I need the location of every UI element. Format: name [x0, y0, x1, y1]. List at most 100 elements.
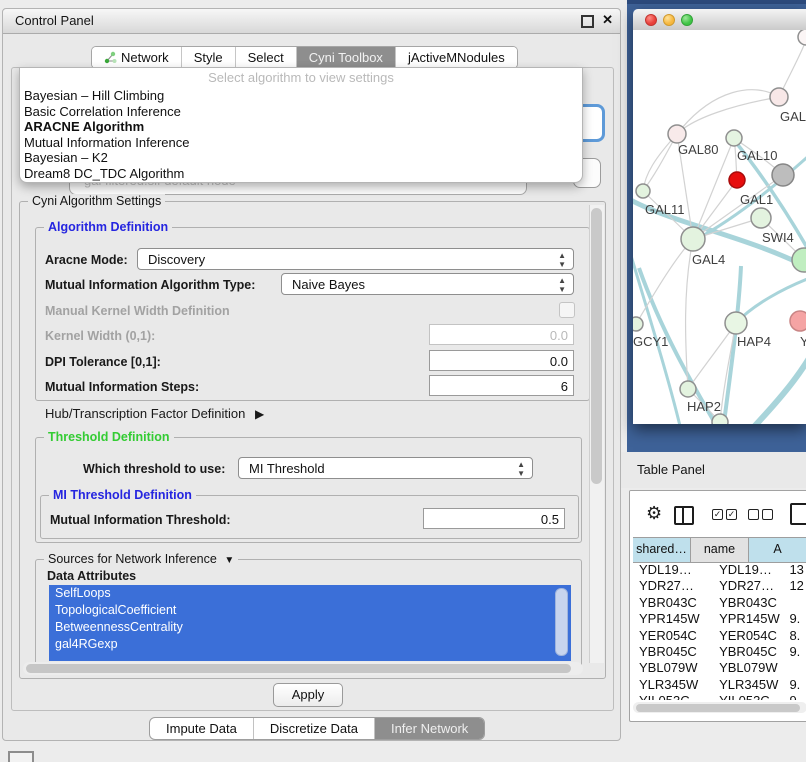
network-node[interactable] [680, 381, 696, 397]
attribute-list-item[interactable]: BetweennessCentrality [49, 619, 571, 636]
network-node[interactable] [636, 184, 650, 198]
algorithm-list-item[interactable]: Bayesian – Hill Climbing [20, 88, 582, 104]
column-header[interactable]: shared… [633, 538, 691, 562]
tab-network[interactable]: Network [92, 47, 182, 68]
algorithm-list-item[interactable]: ARACNE Algorithm [20, 119, 582, 135]
mi-type-combo[interactable]: Naive Bayes ▲▼ [281, 273, 574, 295]
which-threshold-combo[interactable]: MI Threshold ▲▼ [238, 457, 533, 479]
network-icon [104, 51, 117, 64]
tab-select[interactable]: Select [236, 47, 297, 68]
algorithm-list-item[interactable]: Basic Correlation Inference [20, 104, 582, 120]
cyni-bottom-tabs: Impute Data Discretize Data Infer Networ… [149, 717, 485, 740]
table-row[interactable]: YBR045C YBR045C 9. [633, 644, 806, 660]
group-title: Algorithm Definition [44, 220, 172, 234]
network-node[interactable] [681, 227, 705, 251]
hub-definition-expander[interactable]: Hub/Transcription Factor Definition ▶ [45, 406, 264, 421]
cell-shared-name: YER054C [633, 628, 715, 644]
mi-steps-label: Mutual Information Steps: [45, 380, 199, 394]
cell-value: 8. [785, 628, 806, 644]
network-node[interactable] [726, 130, 742, 146]
network-node[interactable] [712, 414, 728, 424]
minimized-panel-icon[interactable] [8, 751, 34, 762]
tab-infer-network[interactable]: Infer Network [375, 718, 484, 739]
attribute-list-item[interactable]: SelfLoops [49, 585, 571, 602]
table-row[interactable]: YBL079W YBL079W [633, 660, 806, 676]
network-node[interactable] [798, 30, 806, 45]
table-row[interactable]: YPR145W YPR145W 9. [633, 611, 806, 627]
attribute-list-scrollbar[interactable] [555, 588, 568, 656]
mi-threshold-label: Mutual Information Threshold: [50, 513, 231, 527]
table-row[interactable]: YDR27… YDR27… 12 [633, 578, 806, 594]
network-node[interactable] [633, 317, 643, 331]
algorithm-list-item[interactable]: Mutual Information Inference [20, 135, 582, 151]
mi-threshold-input[interactable]: 0.5 [423, 508, 565, 529]
which-threshold-label: Which threshold to use: [83, 462, 225, 476]
network-node[interactable] [751, 208, 771, 228]
cell-shared-name: YDL19… [633, 562, 715, 578]
column-header[interactable]: name [691, 538, 749, 562]
network-canvas[interactable]: GALGAL80GAL10GAL1GAL11SWI4GAL4GCY1HAP4YH… [633, 30, 806, 424]
control-panel-window: Control Panel ✕ Network Style [2, 8, 621, 741]
manual-kernel-checkbox[interactable] [559, 302, 575, 318]
table-row[interactable]: YBR043C YBR043C [633, 595, 806, 611]
cell-name: YER054C [715, 628, 785, 644]
apply-button[interactable]: Apply [273, 683, 343, 707]
dpi-tolerance-input[interactable]: 0.0 [429, 350, 574, 371]
table-row[interactable]: YLR345W YLR345W 9. [633, 677, 806, 693]
dropdown-prompt: Select algorithm to view settings [20, 68, 582, 88]
group-title: Threshold Definition [44, 430, 174, 444]
column-header[interactable]: A [749, 538, 806, 562]
network-node[interactable] [668, 125, 686, 143]
tab-style[interactable]: Style [182, 47, 236, 68]
aracne-mode-combo[interactable]: Discovery ▲▼ [137, 248, 574, 270]
expander-arrow-icon: ▶ [255, 407, 264, 421]
tab-jactivemnodules[interactable]: jActiveMNodules [396, 47, 517, 68]
control-panel-titlebar: Control Panel ✕ [3, 9, 620, 34]
table-horizontal-scrollbar[interactable] [633, 702, 806, 713]
checked-columns-icon[interactable]: ✓✓ [712, 509, 737, 520]
sources-title[interactable]: Sources for Network Inference ▼ [44, 552, 238, 566]
document-icon[interactable] [790, 503, 806, 525]
table-toolbar: ⚙ ✓✓ [630, 491, 806, 537]
cell-value [785, 595, 806, 611]
float-window-icon[interactable] [581, 15, 594, 28]
network-node[interactable] [770, 88, 788, 106]
minimize-traffic-light[interactable] [663, 14, 675, 26]
unchecked-columns-icon[interactable] [748, 509, 773, 520]
cell-shared-name: YIL053C [633, 693, 715, 700]
collapse-arrow-icon: ▼ [224, 555, 234, 566]
cell-name: YBR045C [715, 644, 785, 660]
attribute-list-item[interactable]: gal4RGexp [49, 636, 571, 653]
kernel-width-input[interactable]: 0.0 [429, 324, 574, 345]
settings-vertical-scrollbar[interactable] [589, 205, 604, 663]
table-row[interactable]: YER054C YER054C 8. [633, 628, 806, 644]
algorithm-list-item[interactable]: Bayesian – K2 [20, 150, 582, 166]
close-traffic-light[interactable] [645, 14, 657, 26]
table-panel-title: Table Panel [637, 462, 705, 477]
table-row[interactable]: YDL19… YDL19… 13 [633, 562, 806, 578]
table-row[interactable]: YIL053C YIL053C 9 [633, 693, 806, 700]
gear-icon[interactable]: ⚙ [646, 503, 662, 524]
cell-name: YPR145W [715, 611, 785, 627]
sources-title-label: Sources for Network Inference [48, 552, 217, 566]
network-node[interactable] [772, 164, 794, 186]
network-node[interactable] [729, 172, 745, 188]
network-node[interactable] [725, 312, 747, 334]
split-columns-icon[interactable] [674, 506, 694, 525]
network-node[interactable] [792, 248, 806, 272]
mi-steps-input[interactable]: 6 [429, 375, 574, 396]
cell-value: 9. [785, 611, 806, 627]
zoom-traffic-light[interactable] [681, 14, 693, 26]
close-icon[interactable]: ✕ [602, 12, 613, 28]
node-label: GAL11 [645, 202, 685, 217]
settings-horizontal-scrollbar[interactable] [23, 662, 583, 675]
node-label: GAL80 [678, 142, 718, 157]
attribute-list-item[interactable]: TopologicalCoefficient [49, 602, 571, 619]
tab-impute-data[interactable]: Impute Data [150, 718, 254, 739]
tab-cyni-toolbox[interactable]: Cyni Toolbox [297, 47, 396, 68]
tab-label: Network [121, 50, 169, 65]
network-node[interactable] [790, 311, 806, 331]
tab-discretize-data[interactable]: Discretize Data [254, 718, 375, 739]
algorithm-list-item[interactable]: Dream8 DC_TDC Algorithm [20, 166, 582, 182]
node-label: GAL4 [692, 252, 725, 267]
